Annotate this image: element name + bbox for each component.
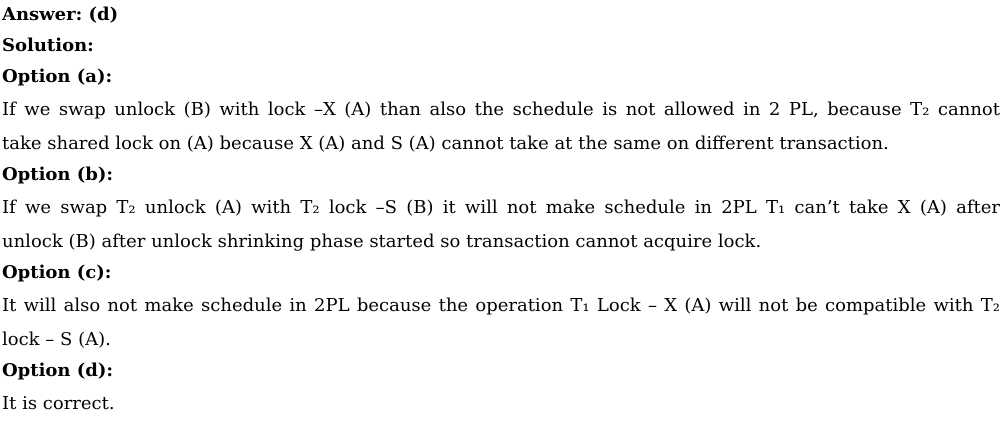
option-b-line-2: unlock (B) after unlock shrinking phase … <box>2 230 762 252</box>
option-d-heading: Option (d): <box>2 360 114 381</box>
option-d-explanation: It is correct. <box>2 387 1000 421</box>
option-a-line-1: If we swap unlock (B) with lock –X (A) t… <box>2 99 1000 120</box>
option-c-explanation: It will also not make schedule in 2PL be… <box>2 289 1000 356</box>
solution-heading: Solution: <box>2 35 94 56</box>
answer-heading: Answer: (d) <box>2 4 119 25</box>
option-c-line-1: It will also not make schedule in 2PL be… <box>2 295 1000 316</box>
solution-document: Answer: (d) Solution: Option (a): If we … <box>2 0 1000 421</box>
option-b-line-1: If we swap T₂ unlock (A) with T₂ lock –S… <box>2 197 1000 218</box>
option-a-heading: Option (a): <box>2 66 113 87</box>
option-a-line-2: take shared lock on (A) because X (A) an… <box>2 132 889 154</box>
option-d-line-1: It is correct. <box>2 393 115 414</box>
option-c-line-2: lock – S (A). <box>2 328 111 350</box>
option-c-heading: Option (c): <box>2 262 112 283</box>
option-a-explanation: If we swap unlock (B) with lock –X (A) t… <box>2 93 1000 160</box>
option-b-heading: Option (b): <box>2 164 114 185</box>
option-b-explanation: If we swap T₂ unlock (A) with T₂ lock –S… <box>2 191 1000 258</box>
